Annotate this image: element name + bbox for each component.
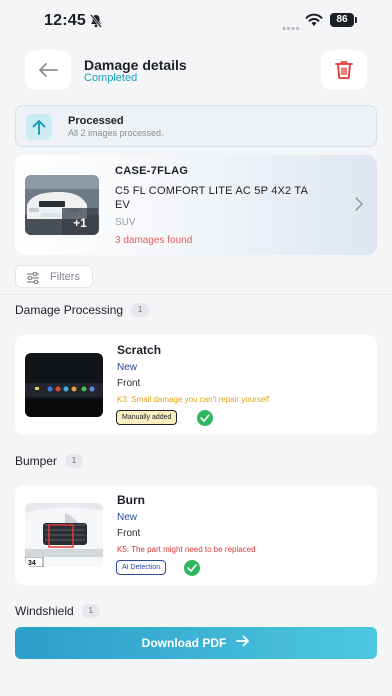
- cellular-dots-icon: [282, 18, 300, 36]
- section-count-badge: 1: [131, 302, 150, 317]
- damage-thumbnail: 34: [25, 503, 103, 567]
- damage-name: Scratch: [117, 343, 162, 357]
- damage-thumbnail: [25, 353, 103, 417]
- status-bar: 12:45 86: [0, 0, 392, 40]
- arrow-right-icon: [236, 634, 250, 652]
- section-header-windshield: Windshield 1: [15, 602, 100, 620]
- download-label: Download PDF: [141, 636, 227, 650]
- section-count-badge: 1: [81, 603, 100, 618]
- section-header-bumper: Bumper 1: [15, 452, 84, 470]
- section-label: Bumper: [15, 453, 58, 468]
- section-header-damage-processing: Damage Processing 1: [15, 301, 150, 319]
- arrow-left-icon: [39, 63, 58, 77]
- status-time: 12:45: [44, 12, 86, 29]
- filters-button[interactable]: Filters: [15, 265, 93, 288]
- check-circle-icon: [197, 410, 213, 426]
- wifi-icon: [305, 13, 323, 32]
- case-id: CASE-7FLAG: [115, 165, 189, 177]
- damage-card-burn[interactable]: 34 Burn New Front K5: The part might nee…: [15, 485, 377, 585]
- damage-severity-note: K5: The part might need to be replaced: [117, 545, 256, 554]
- section-label: Damage Processing: [15, 302, 124, 317]
- header: Damage details Completed: [0, 40, 392, 100]
- processed-title: Processed: [68, 115, 124, 127]
- sliders-icon: [26, 271, 40, 289]
- chevron-right-icon: [354, 196, 364, 217]
- damage-position: Front: [117, 528, 141, 539]
- svg-text:34: 34: [28, 560, 36, 567]
- battery-tip: [355, 17, 357, 23]
- upload-arrow-icon: [26, 114, 52, 140]
- divider: [0, 294, 392, 295]
- delete-button[interactable]: [321, 50, 367, 90]
- page-subtitle: Completed: [84, 72, 138, 84]
- damage-card-scratch[interactable]: Scratch New Front K3: Small damage you c…: [15, 335, 377, 435]
- damage-status: New: [117, 362, 138, 373]
- bell-muted-icon: [90, 14, 102, 33]
- page-title: Damage details: [84, 57, 187, 73]
- case-model: C5 FL COMFORT LITE AC 5P 4X2 TA EV: [115, 185, 308, 211]
- case-damage-count: 3 damages found: [115, 235, 193, 246]
- processed-banner: Processed All 2 images processed.: [15, 105, 377, 147]
- processed-text: All 2 images processed.: [68, 128, 164, 138]
- damage-name: Burn: [117, 493, 145, 507]
- case-type: SUV: [115, 217, 136, 228]
- trash-icon: [335, 61, 353, 79]
- check-circle-icon: [184, 560, 200, 576]
- download-pdf-button[interactable]: Download PDF: [15, 627, 377, 659]
- case-card[interactable]: +1 CASE-7FLAG C5 FL COMFORT LITE AC 5P 4…: [15, 155, 377, 255]
- source-badge-ai: AI Detection: [116, 560, 167, 575]
- damage-position: Front: [117, 378, 141, 389]
- source-badge-manual: Manually added: [116, 410, 178, 425]
- back-button[interactable]: [25, 50, 71, 90]
- car-thumbnail: +1: [25, 175, 99, 235]
- more-images-count: +1: [73, 216, 87, 230]
- section-label: Windshield: [15, 603, 74, 618]
- damage-severity-note: K3: Small damage you can't repair yourse…: [117, 395, 270, 404]
- battery-icon: 86: [330, 13, 354, 27]
- filters-label: Filters: [50, 271, 80, 283]
- section-count-badge: 1: [65, 453, 84, 468]
- damage-status: New: [117, 512, 138, 523]
